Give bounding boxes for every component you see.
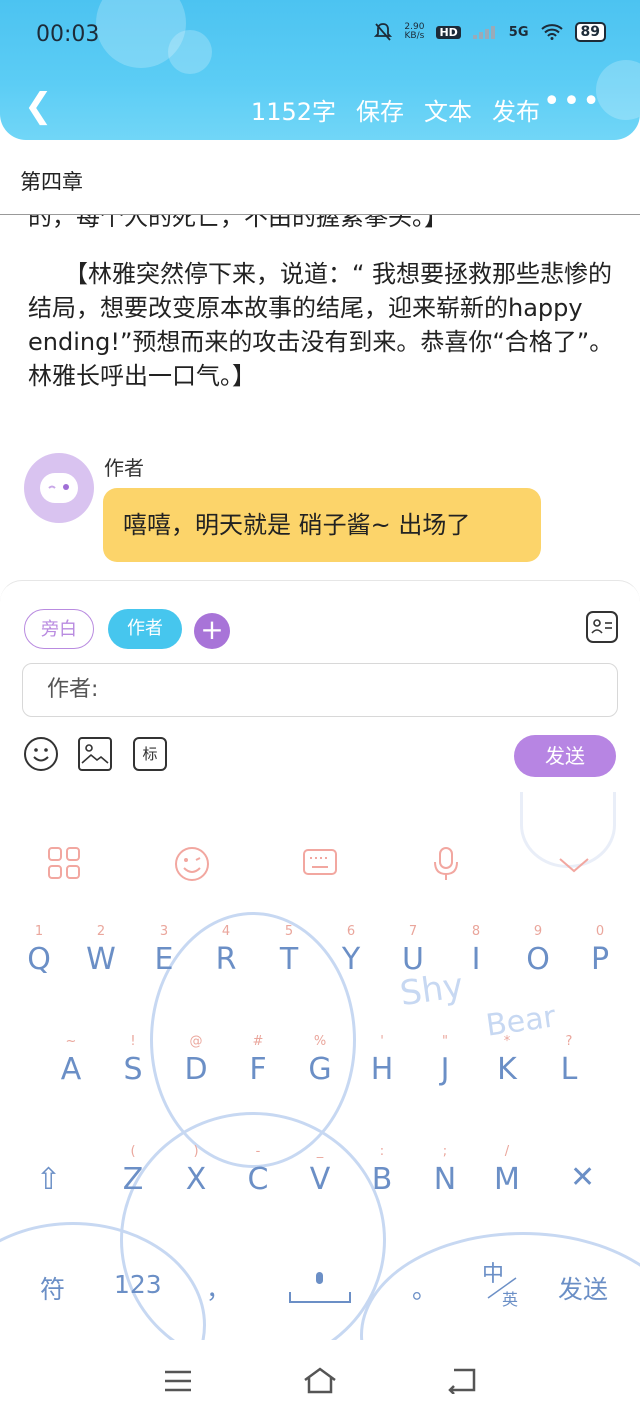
key-z[interactable]: (Z <box>108 1144 158 1197</box>
back-icon[interactable]: ❮ <box>24 86 53 126</box>
word-count: 1152字 <box>250 98 336 126</box>
signal-icon <box>472 26 495 39</box>
key-s[interactable]: ! S <box>108 1034 158 1087</box>
key-l[interactable]: ? L <box>544 1034 594 1087</box>
key-g[interactable]: % G <box>295 1034 345 1087</box>
signal-5g-label: 5G <box>508 24 529 40</box>
numbers-key[interactable]: 123 <box>114 1270 162 1299</box>
key-w[interactable]: 2W <box>76 924 126 977</box>
chat-bubble-face-icon <box>40 473 78 503</box>
key-e[interactable]: 3E <box>139 924 189 977</box>
key-j[interactable]: " J <box>420 1034 470 1087</box>
author-message-bubble[interactable]: 嘻嘻，明天就是 硝子酱~ 出场了 <box>103 488 541 562</box>
composer-panel: 旁白 作者 + 作者: 标 发送 <box>0 580 640 793</box>
comma-key[interactable]: ， <box>206 1270 231 1306</box>
role-chip-narration[interactable]: 旁白 <box>24 609 94 649</box>
key-y[interactable]: 6Y <box>326 924 376 977</box>
menu-icon[interactable] <box>163 1364 193 1402</box>
story-content[interactable]: 的，每个人的死亡，不由的握紧拳头。】 【林雅突然停下来，说道：“ 我想要拯救那些… <box>0 215 640 575</box>
mic-icon[interactable] <box>426 846 466 886</box>
system-navbar <box>0 1340 640 1423</box>
add-role-button[interactable]: + <box>194 613 230 649</box>
delete-key[interactable]: ✕ <box>570 1160 595 1195</box>
nav-actions: 1152字 保存 文本 发布 <box>251 92 540 127</box>
mute-bell-icon <box>374 23 393 41</box>
emoji-icon[interactable] <box>24 737 58 771</box>
keyboard-send-key[interactable]: 发送 <box>558 1270 608 1306</box>
space-key[interactable] <box>288 1270 352 1306</box>
save-button[interactable]: 保存 <box>356 92 404 127</box>
key-t[interactable]: 5T <box>264 924 314 977</box>
key-r[interactable]: 4R <box>201 924 251 977</box>
more-horizontal-icon[interactable]: ••• <box>543 84 602 119</box>
key-d[interactable]: @ D <box>171 1034 221 1087</box>
key-u[interactable]: 7U <box>388 924 438 977</box>
home-icon[interactable] <box>302 1364 338 1402</box>
key-c[interactable]: -C <box>233 1144 283 1197</box>
net-speed: 2.90 KB/s <box>404 22 425 41</box>
key-v[interactable]: _ V <box>295 1144 345 1197</box>
key-b[interactable]: :B <box>357 1144 407 1197</box>
app-header: 00:03 2.90 KB/s HD 5G 89 ❮ 1152字 保存 文本 发布… <box>0 0 640 140</box>
top-nav: ❮ 1152字 保存 文本 发布 ••• <box>0 80 640 136</box>
kb-emoji-icon[interactable] <box>172 846 212 886</box>
key-q[interactable]: 1Q <box>14 924 64 977</box>
chapter-title[interactable]: 第四章 <box>20 166 83 196</box>
lang-en-label: 英 <box>502 1290 519 1309</box>
keyboard-icon[interactable] <box>300 846 340 886</box>
back-nav-icon[interactable] <box>446 1364 478 1402</box>
send-button[interactable]: 发送 <box>514 735 616 777</box>
key-m[interactable]: / M <box>482 1144 532 1197</box>
key-o[interactable]: 9O <box>513 924 563 977</box>
status-time: 00:03 <box>36 22 100 47</box>
status-icons: 2.90 KB/s HD 5G 89 <box>374 22 606 42</box>
image-icon[interactable] <box>78 737 112 771</box>
key-k[interactable]: * K <box>482 1034 532 1087</box>
grid-icon[interactable] <box>44 846 84 886</box>
key-a[interactable]: ~ A <box>46 1034 96 1087</box>
text-button[interactable]: 文本 <box>424 92 472 127</box>
story-text-partial: 的，每个人的死亡，不由的握紧拳头。】 <box>28 215 448 231</box>
collapse-keyboard-icon[interactable] <box>554 846 594 886</box>
keyboard: Shy Bear 1Q 2W 3E 4R 5T 6Y 7U 8I 9O 0P ~… <box>0 792 640 1340</box>
key-h[interactable]: ' H <box>357 1034 407 1087</box>
key-x[interactable]: ) X <box>171 1144 221 1197</box>
publish-button[interactable]: 发布 <box>492 92 540 127</box>
mark-button[interactable]: 标 <box>133 737 167 771</box>
author-label: 作者 <box>104 456 144 480</box>
period-key[interactable]: 。 <box>412 1270 437 1306</box>
symbols-key[interactable]: 符 <box>40 1270 65 1306</box>
wifi-icon <box>540 24 563 40</box>
author-avatar[interactable] <box>24 453 94 523</box>
key-p[interactable]: 0P <box>575 924 625 977</box>
battery-level: 89 <box>574 22 606 42</box>
key-f[interactable]: # F <box>233 1034 283 1087</box>
status-bar: 00:03 2.90 KB/s HD 5G 89 <box>0 0 640 70</box>
hd-badge: HD <box>436 25 461 39</box>
key-n[interactable]: ; N <box>420 1144 470 1197</box>
role-chip-author[interactable]: 作者 <box>108 609 182 649</box>
language-switch-key[interactable]: 中 英 <box>482 1256 526 1310</box>
key-i[interactable]: 8I <box>451 924 501 977</box>
contact-card-icon[interactable] <box>586 611 618 643</box>
story-paragraph: 【林雅突然停下来，说道：“ 我想要拯救那些悲惨的结局，想要改变原本故事的结尾，迎… <box>28 260 614 390</box>
message-input[interactable]: 作者: <box>22 663 618 717</box>
shift-key[interactable]: ⇧ <box>36 1162 61 1197</box>
